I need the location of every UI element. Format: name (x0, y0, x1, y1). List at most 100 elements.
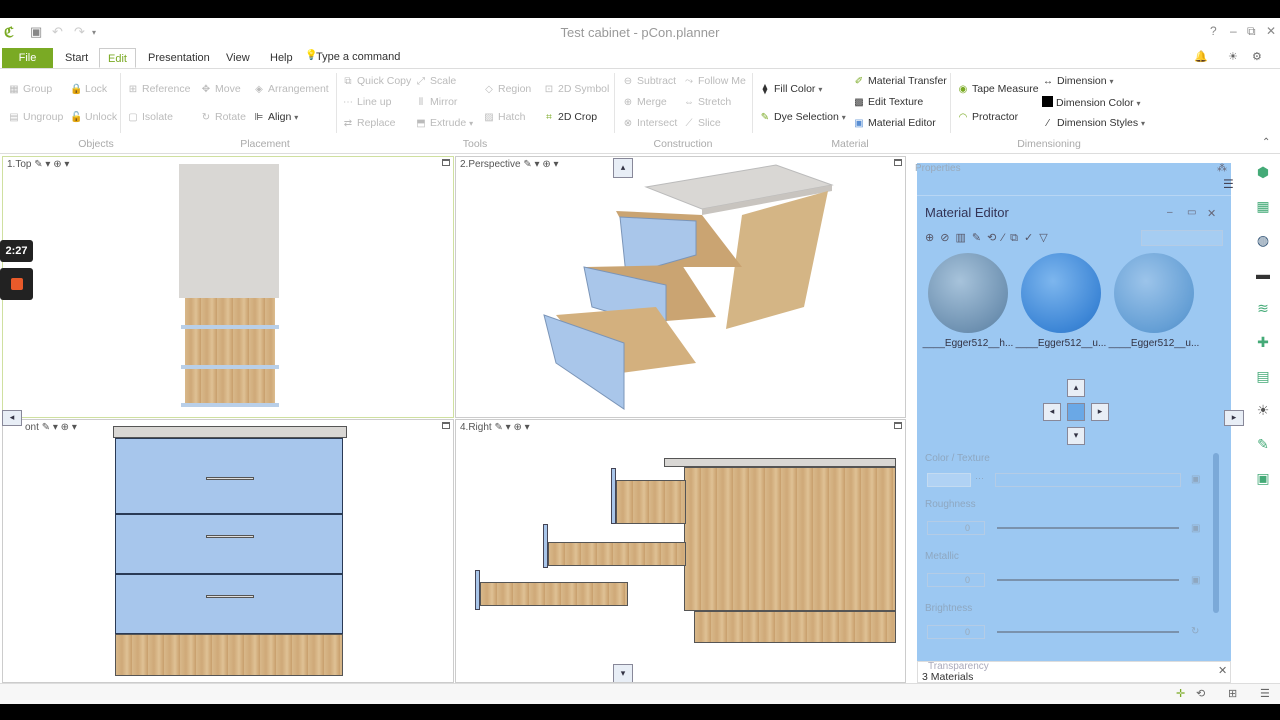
roughness-slider[interactable] (997, 527, 1179, 529)
rotate-button[interactable]: ↻ Rotate (200, 111, 246, 123)
viewport-target-icon[interactable]: ⊕ (61, 422, 69, 433)
region-button[interactable]: ◇ Region (483, 83, 531, 95)
viewport-maximize-icon[interactable] (442, 159, 450, 166)
nav-left-icon[interactable]: ◂ (2, 410, 22, 426)
settings-gear-icon[interactable]: ⚙ (1252, 50, 1262, 63)
viewport-pen-icon[interactable]: ✎ (42, 422, 50, 433)
align-button[interactable]: ⊫ Align ▾ (253, 111, 299, 123)
me-maximize-icon[interactable]: ▭ (1187, 207, 1196, 218)
paint-icon[interactable]: ✎ (1253, 434, 1273, 454)
group-button[interactable]: ▦ Group (8, 83, 52, 95)
filter-icon[interactable]: ▽ (1039, 232, 1053, 244)
box-icon[interactable]: ▬ (1253, 264, 1273, 284)
material-swatch-1[interactable] (928, 253, 1008, 333)
symbol-2d-button[interactable]: ⊡ 2D Symbol (543, 83, 610, 95)
notification-bell-icon[interactable]: 🔔 (1194, 50, 1208, 63)
apply-icon[interactable]: ✓ (1024, 232, 1039, 244)
viewport-top[interactable]: 1.Top ✎ ▾ ⊕ ▾ (2, 156, 454, 418)
panel-nav-left-icon[interactable]: ◂ (1043, 403, 1061, 421)
snap-icon[interactable]: ✛ (1176, 687, 1185, 700)
me-close-icon[interactable]: ✕ (1207, 207, 1216, 220)
panel-expand-arrow-icon[interactable]: ▸ (1224, 410, 1244, 426)
texture-image-icon[interactable]: ▣ (1191, 474, 1200, 485)
layout-icon[interactable]: ⊞ (1228, 687, 1237, 700)
intersect-button[interactable]: ⊗ Intersect (622, 117, 677, 129)
roughness-input[interactable]: 0 (927, 521, 985, 535)
settings-sun-icon[interactable]: ☀ (1228, 50, 1238, 63)
grid-icon[interactable]: ▤ (1253, 366, 1273, 386)
panel-nav-center-icon[interactable] (1067, 403, 1085, 421)
ungroup-button[interactable]: ▤ Ungroup (8, 111, 63, 123)
tab-edit[interactable]: Edit (99, 48, 136, 68)
unlock-button[interactable]: 🔓 Unlock (70, 111, 117, 123)
layers-icon[interactable]: ≋ (1253, 298, 1273, 318)
article-icon[interactable]: ▦ (1253, 196, 1273, 216)
tab-help[interactable]: Help (262, 48, 301, 68)
globe-icon[interactable]: ◍ (1253, 230, 1273, 250)
metallic-slider[interactable] (997, 579, 1179, 581)
settings-puzzle-icon[interactable]: ✚ (1253, 332, 1273, 352)
panel-menu-icon[interactable]: ☰ (1223, 177, 1234, 191)
viewport-maximize-icon[interactable] (894, 422, 902, 429)
dye-selection-button[interactable]: ✎ Dye Selection ▾ (759, 111, 846, 123)
protractor-button[interactable]: ◠ Protractor (957, 111, 1018, 123)
light-icon[interactable]: ☀ (1253, 400, 1273, 420)
dimension-styles-button[interactable]: ⁄ Dimension Styles ▾ (1042, 117, 1145, 129)
minimize-button[interactable]: – (1230, 24, 1237, 38)
edit-texture-button[interactable]: ▩ Edit Texture (853, 96, 923, 108)
me-minimize-icon[interactable]: – (1167, 207, 1173, 218)
line-up-button[interactable]: ⋯ Line up (342, 96, 391, 108)
help-button[interactable]: ? (1210, 24, 1217, 38)
stop-recording-button[interactable] (0, 268, 33, 300)
viewport-pen-icon[interactable]: ✎ (494, 422, 502, 433)
material-swatch-3[interactable] (1114, 253, 1194, 333)
roughness-image-icon[interactable]: ▣ (1191, 523, 1200, 534)
tab-view[interactable]: View (218, 48, 258, 68)
dimension-button[interactable]: ↔ Dimension ▾ (1042, 75, 1114, 87)
arrangement-button[interactable]: ◈ Arrangement (253, 83, 329, 95)
tape-measure-button[interactable]: ◉ Tape Measure (957, 83, 1039, 95)
material-swatch-2[interactable] (1021, 253, 1101, 333)
merge-button[interactable]: ⊕ Merge (622, 96, 667, 108)
viewport-front[interactable]: ont ✎ ▾ ⊕ ▾ (2, 419, 454, 683)
close-button[interactable]: ✕ (1266, 24, 1276, 38)
scale-button[interactable]: ⤢ Scale (415, 75, 456, 87)
pipette-icon[interactable]: ✎ (972, 232, 987, 244)
material-search-input[interactable] (1141, 230, 1223, 246)
collapse-ribbon-icon[interactable]: ⌃ (1262, 137, 1270, 148)
lock-button[interactable]: 🔒 Lock (70, 83, 107, 95)
viewport-right[interactable]: 4.Right ✎ ▾ ⊕ ▾ ▾ (455, 419, 906, 683)
quick-copy-button[interactable]: ⧉ Quick Copy (342, 75, 411, 87)
status-menu-icon[interactable]: ☰ (1260, 687, 1270, 700)
library-icon[interactable]: ▥ (955, 232, 971, 244)
footer-close-icon[interactable]: ✕ (1218, 664, 1227, 677)
viewport-pen-icon[interactable]: ✎ (34, 159, 42, 170)
ortho-icon[interactable]: ⟲ (1196, 687, 1205, 700)
brightness-slider[interactable] (997, 631, 1179, 633)
subtract-button[interactable]: ⊖ Subtract (622, 75, 676, 87)
brightness-input[interactable]: 0 (927, 625, 985, 639)
follow-me-button[interactable]: ⤳ Follow Me (683, 75, 746, 87)
copy-icon[interactable]: ⧉ (1010, 232, 1024, 244)
remove-material-icon[interactable]: ⊘ (940, 232, 955, 244)
panel-nav-right-icon[interactable]: ▸ (1091, 403, 1109, 421)
fill-color-button[interactable]: ⧫ Fill Color ▾ (759, 83, 823, 95)
stretch-button[interactable]: ⇔ Stretch (683, 96, 731, 108)
brightness-reset-icon[interactable]: ↻ (1191, 626, 1199, 637)
tab-presentation[interactable]: Presentation (140, 48, 218, 68)
nav-down-icon[interactable]: ▾ (613, 664, 633, 682)
tab-file[interactable]: File (2, 48, 53, 68)
catalog-icon[interactable]: ⬢ (1253, 162, 1273, 182)
material-transfer-button[interactable]: ✐ Material Transfer (853, 75, 947, 87)
crop-2d-button[interactable]: ⌗ 2D Crop (543, 111, 597, 123)
color-swatch-input[interactable] (927, 473, 971, 487)
move-button[interactable]: ✥ Move (200, 83, 241, 95)
dimension-color-button[interactable]: Dimension Color ▾ (1042, 96, 1141, 109)
add-material-icon[interactable]: ⊕ (925, 232, 940, 244)
image-icon[interactable]: ▣ (1253, 468, 1273, 488)
isolate-button[interactable]: ▢ Isolate (127, 111, 173, 123)
material-editor-button[interactable]: ▣ Material Editor (853, 117, 935, 129)
viewport-target-icon[interactable]: ⊕ (53, 159, 61, 170)
extrude-button[interactable]: ⬒ Extrude ▾ (415, 117, 473, 129)
brush-icon[interactable]: ⁄ (1002, 232, 1010, 244)
